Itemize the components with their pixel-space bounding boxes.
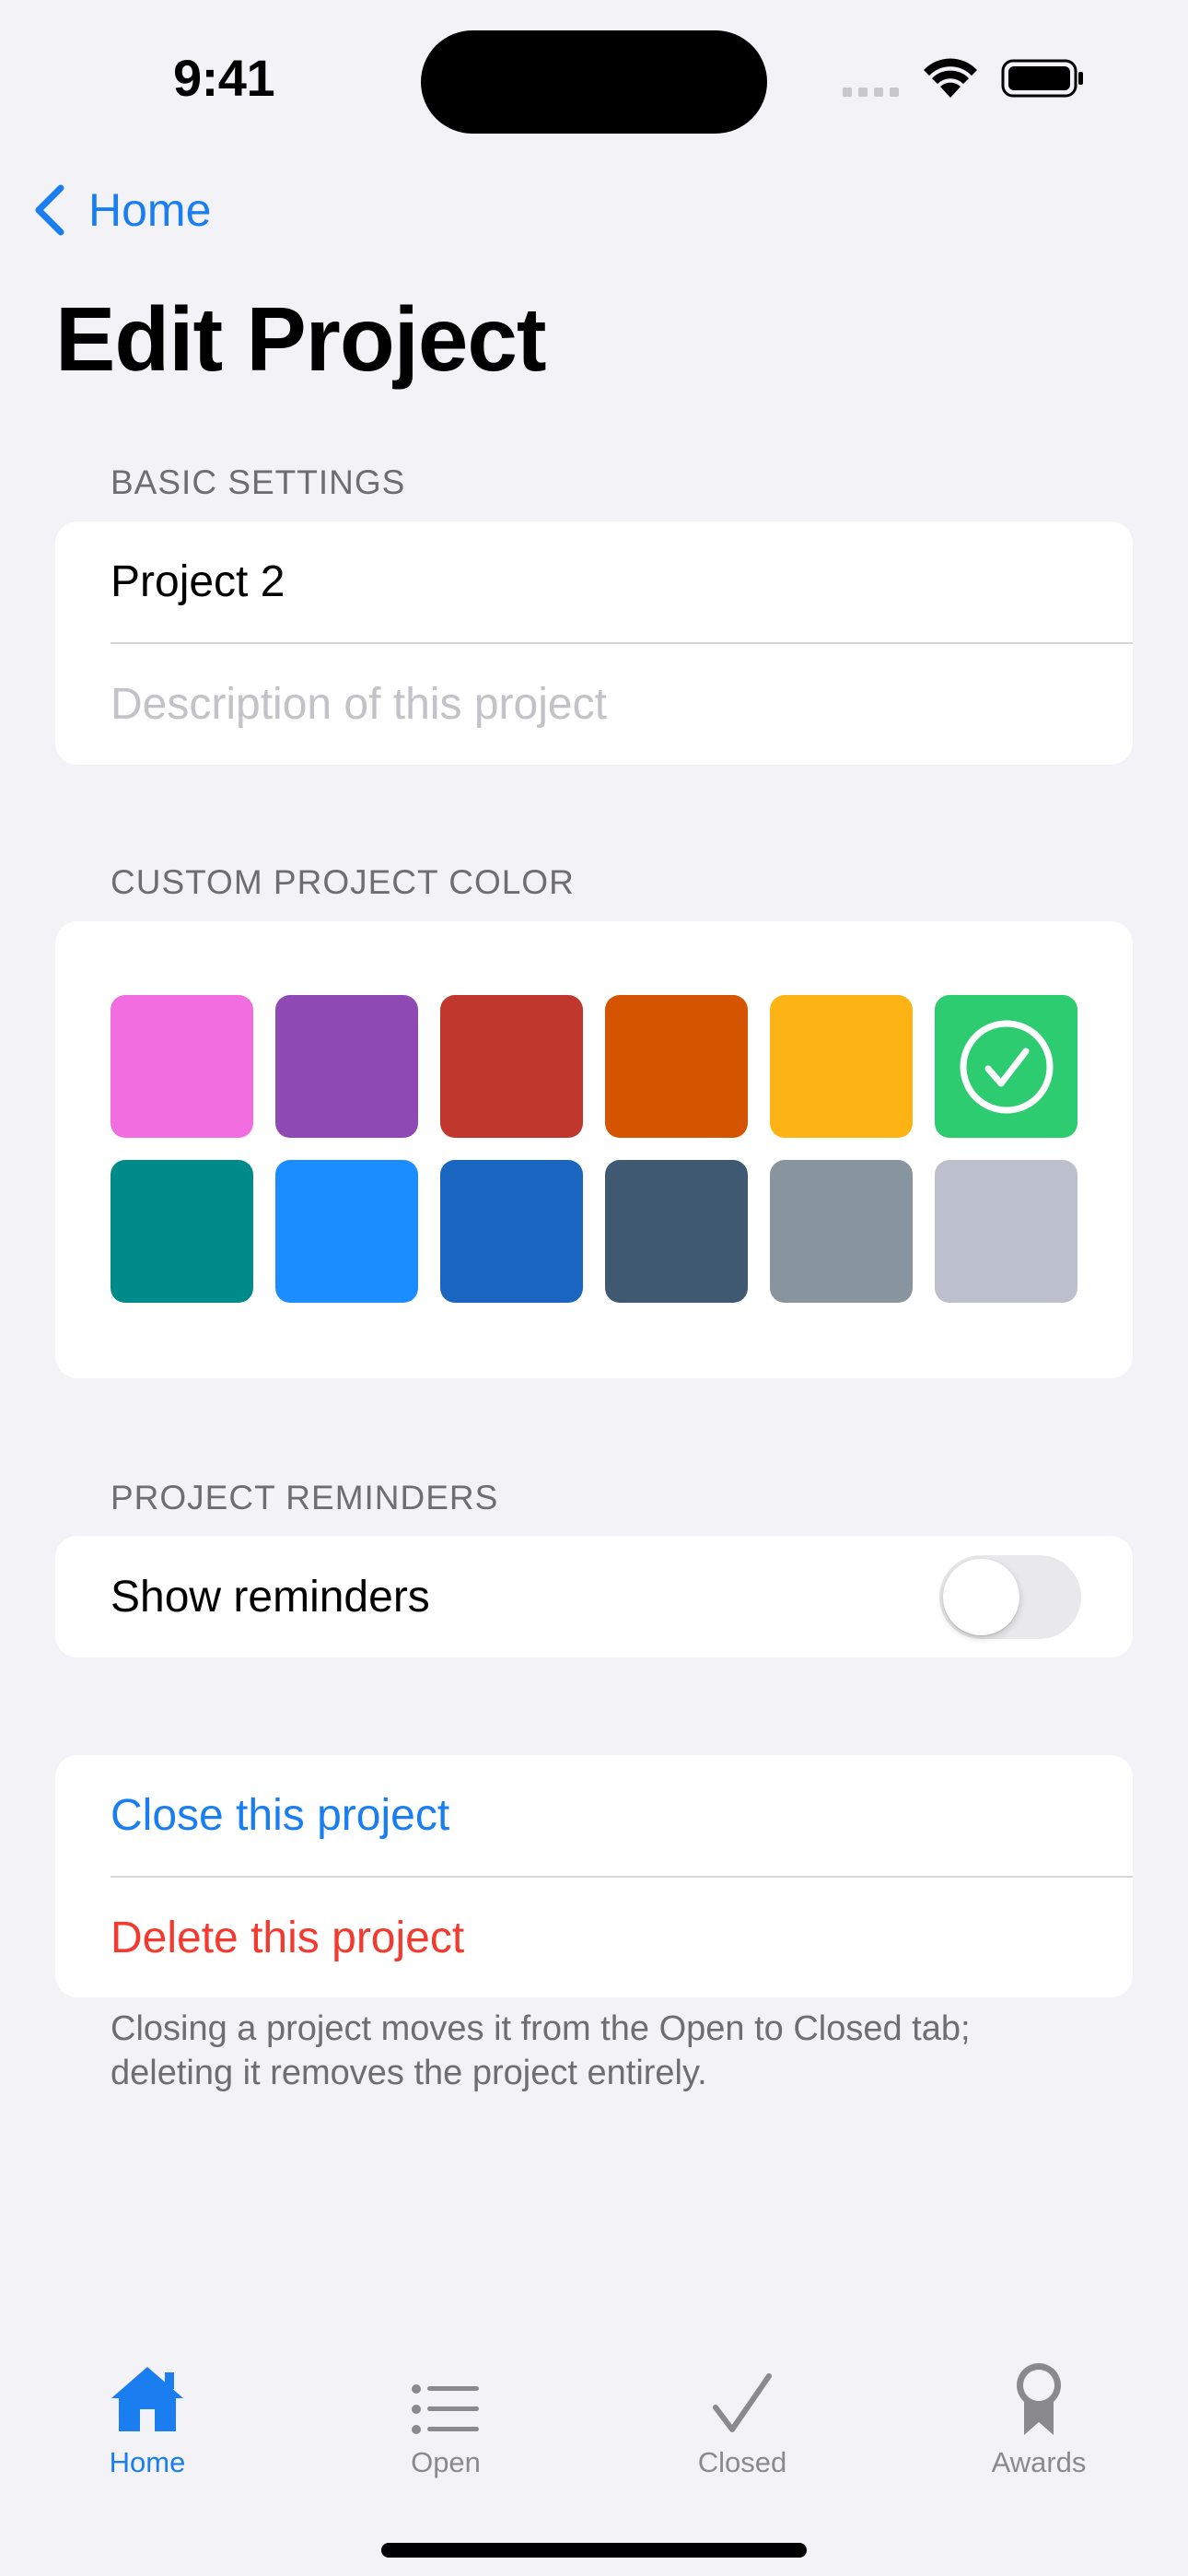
- tab-open[interactable]: Open: [344, 2354, 547, 2483]
- tab-home-label: Home: [109, 2446, 186, 2478]
- close-project-button[interactable]: Close this project: [111, 1755, 1133, 1876]
- color-swatch-gray[interactable]: [770, 1160, 913, 1303]
- basic-settings-header: BASIC SETTINGS: [111, 463, 406, 501]
- color-swatch-purple[interactable]: [275, 995, 418, 1138]
- toggle-knob: [943, 1559, 1019, 1635]
- reminders-header: PROJECT REMINDERS: [111, 1479, 499, 1516]
- home-indicator: [381, 2543, 807, 2558]
- rosette-icon: [1011, 2354, 1066, 2437]
- dynamic-island: [421, 30, 767, 134]
- color-swatch-light-blue[interactable]: [275, 1160, 418, 1303]
- tab-awards-label: Awards: [991, 2446, 1087, 2478]
- tab-home[interactable]: Home: [46, 2354, 249, 2483]
- project-name-input[interactable]: [111, 556, 1133, 607]
- color-picker-card: [55, 921, 1133, 1378]
- show-reminders-label: Show reminders: [111, 1572, 430, 1622]
- tab-open-label: Open: [411, 2446, 481, 2478]
- reminders-card: Show reminders: [55, 1536, 1133, 1657]
- status-time: 9:41: [173, 49, 275, 107]
- actions-card: Close this project Delete this project: [55, 1755, 1133, 1997]
- color-swatch-orange[interactable]: [605, 995, 748, 1138]
- custom-color-header: CUSTOM PROJECT COLOR: [111, 863, 575, 901]
- color-swatch-dark-gray[interactable]: [605, 1160, 748, 1303]
- house-icon: [108, 2354, 187, 2437]
- delete-project-label: Delete this project: [111, 1913, 465, 1962]
- tab-awards[interactable]: Awards: [938, 2354, 1140, 2483]
- color-swatch-teal[interactable]: [111, 1160, 253, 1303]
- list-icon: [411, 2354, 481, 2437]
- color-swatch-midnight-gray[interactable]: [935, 1160, 1077, 1303]
- close-project-label: Close this project: [111, 1791, 450, 1840]
- actions-footer-note: Closing a project moves it from the Open…: [111, 2009, 971, 2092]
- tab-closed[interactable]: Closed: [641, 2354, 844, 2483]
- cellular-signal-icon: [843, 88, 899, 97]
- project-description-input[interactable]: [111, 679, 1133, 730]
- color-swatch-dark-blue[interactable]: [440, 1160, 583, 1303]
- checkmark-icon: [710, 2354, 775, 2437]
- wifi-icon: [924, 58, 977, 98]
- basic-settings-card: [55, 521, 1133, 765]
- delete-project-button[interactable]: Delete this project: [111, 1878, 1133, 1997]
- color-swatch-yellow[interactable]: [770, 995, 913, 1138]
- show-reminders-toggle[interactable]: [939, 1555, 1081, 1639]
- chevron-left-icon: [35, 184, 64, 236]
- color-swatch-red[interactable]: [440, 995, 583, 1138]
- back-label: Home: [88, 184, 212, 236]
- battery-icon: [1001, 59, 1083, 98]
- back-button[interactable]: Home: [31, 177, 211, 243]
- checkmark-circle-icon: [960, 1020, 1053, 1113]
- status-icons: [843, 53, 1084, 105]
- color-swatch-green[interactable]: [935, 995, 1077, 1138]
- tab-closed-label: Closed: [697, 2446, 787, 2478]
- page-title: Edit Project: [55, 288, 547, 390]
- color-swatch-pink[interactable]: [111, 995, 253, 1138]
